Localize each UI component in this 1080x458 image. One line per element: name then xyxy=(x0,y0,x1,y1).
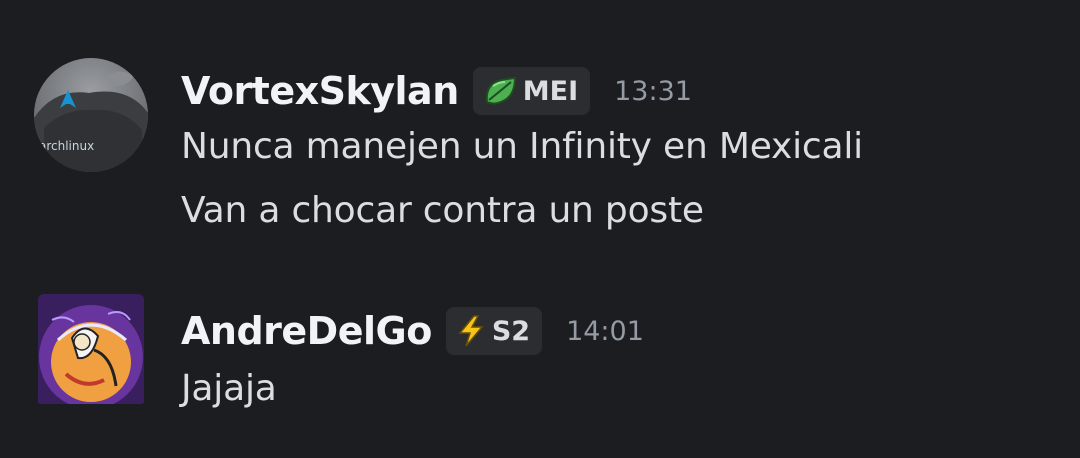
timestamp[interactable]: 14:01 xyxy=(566,316,644,347)
guild-tag-badge[interactable]: MEI xyxy=(472,67,591,115)
username[interactable]: AndreDelGo xyxy=(181,309,432,353)
chat-message-list: archlinux VortexSkylan MEI 13:31 Nunca m… xyxy=(0,0,1080,458)
username[interactable]: VortexSkylan xyxy=(181,69,459,113)
guild-tag-text: MEI xyxy=(522,75,579,107)
message-header: AndreDelGo S2 14:01 xyxy=(181,304,644,358)
archlinux-shirt-avatar-icon: archlinux xyxy=(34,58,148,172)
guild-tag-badge[interactable]: S2 xyxy=(445,307,543,355)
message-header: VortexSkylan MEI 13:31 xyxy=(181,64,692,118)
lightning-icon xyxy=(458,315,484,347)
timestamp[interactable]: 13:31 xyxy=(614,76,692,107)
svg-text:archlinux: archlinux xyxy=(39,139,94,153)
message-text: Van a chocar contra un poste xyxy=(181,190,704,231)
avatar[interactable]: archlinux xyxy=(34,58,148,172)
message-text: Jajaja xyxy=(181,368,277,409)
guild-tag-text: S2 xyxy=(491,315,531,347)
message-text: Nunca manejen un Infinity en Mexicali xyxy=(181,126,863,167)
anime-art-avatar-icon xyxy=(34,290,148,404)
leaf-icon xyxy=(485,76,516,105)
avatar[interactable] xyxy=(34,290,148,404)
